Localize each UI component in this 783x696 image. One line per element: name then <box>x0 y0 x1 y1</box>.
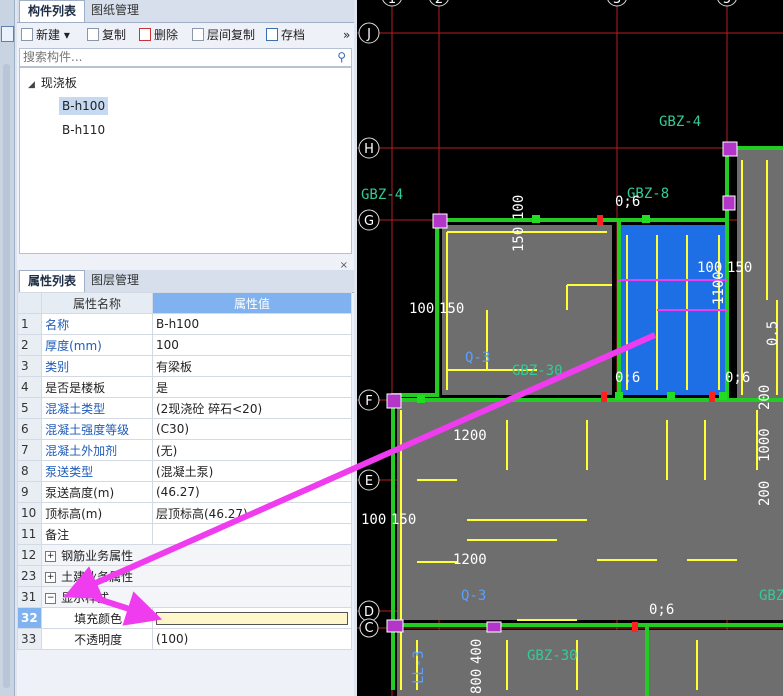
cad-label: 1200 <box>453 428 487 444</box>
toolbar-more-button[interactable]: » <box>343 27 350 43</box>
axis-label-top: 5 <box>723 0 731 7</box>
cad-label: 1100 <box>711 271 727 305</box>
cad-label: 100 <box>511 195 527 220</box>
axis-label-left: F <box>365 394 372 409</box>
axis-label-left: C <box>364 621 373 636</box>
property-table: 属性名称 属性值 1 名称 B-h100 2 厚度(mm) 100 3 类别 有梁板 4 是否… <box>16 292 352 650</box>
search-input[interactable] <box>20 49 326 65</box>
side-strip <box>0 0 15 696</box>
table-row[interactable]: 8 泵送类型 (混凝土泵) <box>16 460 352 482</box>
tab-drawing-management[interactable]: 图纸管理 <box>83 0 147 21</box>
table-row[interactable]: 11 备注 <box>16 523 352 545</box>
cad-label: 0;6 <box>615 194 640 210</box>
side-scrollbar[interactable] <box>3 64 10 688</box>
collapse-minus-icon[interactable]: − <box>45 592 57 604</box>
table-row-fill-color[interactable]: 32 填充颜色 <box>16 607 352 629</box>
axis-label-top: 2 <box>435 0 443 7</box>
tree-item-b-h110[interactable]: B-h110 <box>62 121 105 139</box>
axis-label-left: E <box>365 474 373 489</box>
table-row[interactable]: 6 混凝土强度等级 (C30) <box>16 418 352 440</box>
table-row[interactable]: 1 名称 B-h100 <box>16 313 352 335</box>
cad-label: 200 <box>757 481 773 506</box>
table-row[interactable]: 3 类别 有梁板 <box>16 355 352 377</box>
cad-label: GBZ <box>759 588 783 604</box>
search-icon[interactable]: ⚲ <box>337 50 346 64</box>
component-toolbar: 新建 ▾ 复制 删除 层间复制 存档 » <box>17 23 354 47</box>
cad-drawing-canvas[interactable]: 1 2 3 5 J H G F E D C <box>357 0 783 696</box>
cad-label: 0;6 <box>615 370 640 386</box>
cad-label: 150 <box>439 301 464 317</box>
copy-button[interactable]: 复制 <box>87 27 126 43</box>
floor-copy-button[interactable]: 层间复制 <box>192 27 255 43</box>
cad-label: Q-3 <box>465 350 490 366</box>
table-row[interactable]: 10 顶标高(m) 层顶标高(46.27) <box>16 502 352 524</box>
group-row-display-style[interactable]: 31− 显示样式 <box>16 586 352 608</box>
save-icon <box>266 28 278 41</box>
cad-label: GBZ-4 <box>361 187 403 203</box>
property-value-header: 属性值 <box>152 292 352 314</box>
table-row[interactable]: 2 厚度(mm) 100 <box>16 334 352 356</box>
cad-label: 800 <box>469 669 485 694</box>
delete-button[interactable]: 删除 <box>139 27 178 43</box>
cad-label: LL-3 <box>411 650 427 684</box>
cad-label: 150 <box>391 512 416 528</box>
cad-label: 0;6 <box>649 602 674 618</box>
cad-label: 400 <box>469 639 485 664</box>
table-row[interactable]: 7 混凝土外加剂 (无) <box>16 439 352 461</box>
component-tree: ◢ 现浇板 B-h100 B-h110 <box>19 67 352 254</box>
table-row[interactable]: 9 泵送高度(m) (46.27) <box>16 481 352 503</box>
cad-label: Q-3 <box>461 588 486 604</box>
table-row[interactable]: 33 不透明度 (100) <box>16 628 352 650</box>
cad-label: 0;6 <box>725 370 750 386</box>
collapse-triangle-icon[interactable]: ◢ <box>28 80 35 90</box>
component-search: ⚲ <box>19 48 352 67</box>
component-tabbar: 构件列表 图纸管理 <box>17 0 354 23</box>
property-name-header: 属性名称 <box>41 292 153 314</box>
tree-node-cast-slab[interactable]: ◢ 现浇板 <box>28 74 77 92</box>
row-number-header <box>16 292 43 314</box>
cad-label: 200 <box>757 385 773 410</box>
fill-color-swatch[interactable] <box>156 612 348 625</box>
axis-label-left: G <box>364 214 374 229</box>
cad-label: 150 <box>727 260 752 276</box>
axis-label-left: J <box>366 27 371 42</box>
cad-label: 1000 <box>757 428 773 462</box>
cad-label: 100 <box>697 260 722 276</box>
new-file-icon <box>21 28 33 41</box>
axis-label-left: D <box>364 605 374 620</box>
cad-label: GBZ-4 <box>659 114 701 130</box>
axis-label-left: H <box>364 142 374 157</box>
floor-copy-icon <box>192 28 204 41</box>
expand-plus-icon[interactable]: + <box>45 550 57 562</box>
fill-color-cell[interactable] <box>152 607 352 629</box>
panel-toggle-icon[interactable] <box>1 26 14 42</box>
tab-component-list[interactable]: 构件列表 <box>19 0 86 22</box>
table-row[interactable]: 5 混凝土类型 (2现浇砼 碎石<20) <box>16 397 352 419</box>
tab-layer-management[interactable]: 图层管理 <box>83 270 147 291</box>
cad-label: GBZ-30 <box>512 363 563 379</box>
cad-label: GBZ-30 <box>527 648 578 664</box>
cad-label: 1200 <box>453 552 487 568</box>
property-tabbar: 属性列表 图层管理 <box>17 270 354 293</box>
group-row-civil[interactable]: 23 + 土建业务属性 <box>16 565 352 587</box>
expand-plus-icon[interactable]: + <box>45 571 57 583</box>
cad-label: 0.5 <box>765 321 781 346</box>
tree-item-b-h100[interactable]: B-h100 <box>59 97 109 115</box>
tab-property-list[interactable]: 属性列表 <box>19 270 86 292</box>
property-header-row: 属性名称 属性值 <box>16 292 352 314</box>
cad-label: 150 <box>511 227 527 252</box>
table-row[interactable]: 4 是否是楼板是 <box>16 376 352 398</box>
save-archive-button[interactable]: 存档 <box>266 27 305 43</box>
component-panel: 构件列表 图纸管理 新建 ▾ 复制 删除 层间复制 存档 » ⚲ ◢现浇板 B-… <box>16 0 354 696</box>
axis-label-top: 1 <box>388 0 396 7</box>
cad-label: 100 <box>361 512 386 528</box>
group-row-rebar[interactable]: 12 + 钢筋业务属性 <box>16 544 352 566</box>
axis-label-top: 3 <box>613 0 621 7</box>
delete-icon <box>139 28 151 41</box>
new-button[interactable]: 新建 ▾ <box>21 27 70 43</box>
cad-label: 100 <box>409 301 434 317</box>
floor-plan[interactable]: 1 2 3 5 J H G F E D C <box>357 0 783 696</box>
copy-icon <box>87 28 99 41</box>
